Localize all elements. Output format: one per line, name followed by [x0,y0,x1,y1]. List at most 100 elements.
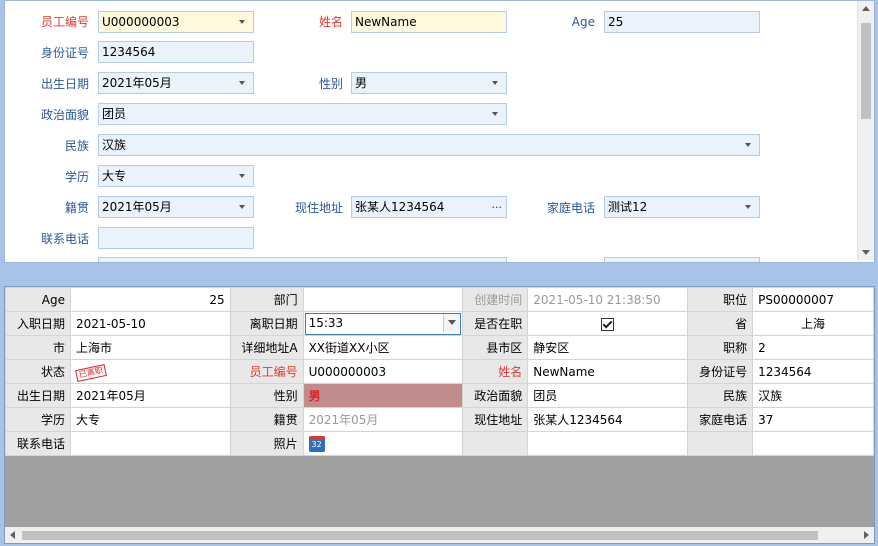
grid-row: 市上海市 详细地址A XX街道XX小区 县市区 静安区 职称 2 [5,335,874,360]
address-label: 现住地址 [294,201,343,215]
grid-caption-cell [687,431,754,456]
birth-combo[interactable]: 2021年05月 [98,72,254,94]
grid-value-cell[interactable]: XX街道XX小区 [302,335,464,360]
name-label: 姓名 [318,15,343,29]
gender-label: 性别 [318,77,343,91]
address-value: 张某人1234564 [355,200,445,214]
grid-caption-cell: 联系电话 [5,431,71,456]
chevron-down-icon[interactable] [237,12,249,32]
grid-value-cell[interactable]: 1234564 [752,359,874,384]
grid-value-cell[interactable]: 25 [69,287,231,312]
grid-value-cell[interactable]: 已离职 [69,359,231,384]
native-combo[interactable]: 2021年05月 [98,196,254,218]
chevron-down-icon[interactable] [490,73,502,93]
grid-value-cell[interactable]: 男 [302,383,464,408]
next-row-field[interactable] [98,257,507,262]
chevron-down-icon[interactable] [743,135,755,155]
employee-no-combo[interactable]: U000000003 [98,11,254,33]
grid-value-cell[interactable]: 37 [752,407,874,432]
status-stamp-icon: 已离职 [75,364,107,382]
contact-phone-label: 联系电话 [40,232,89,246]
grid-value-cell[interactable] [69,431,231,456]
chevron-down-icon[interactable] [237,73,249,93]
chevron-down-icon[interactable] [237,166,249,186]
grid-caption-cell: 出生日期 [5,383,71,408]
chevron-down-icon[interactable] [443,313,461,332]
grid-caption-cell: 部门 [229,287,304,312]
grid-caption-cell: 姓名 [462,359,529,384]
grid-caption-cell: 民族 [687,383,754,408]
grid-value-cell[interactable]: 15:33 [302,311,464,336]
horizontal-scrollbar[interactable] [5,527,874,543]
grid-value-cell[interactable] [527,431,689,456]
chevron-down-icon[interactable] [237,197,249,217]
politics-combo[interactable]: 团员 [98,103,507,125]
edit-form-panel: 员工编号 U000000003 姓名 NewName Age 25 身份证号 1… [4,0,875,263]
native-label: 籍贯 [64,201,89,215]
name-field[interactable]: NewName [351,11,507,33]
address-button-edit[interactable]: 张某人1234564 ... [351,196,507,218]
education-value: 大专 [102,169,127,183]
scroll-up-arrow-icon[interactable] [858,1,874,17]
home-phone-combo[interactable]: 测试12 [604,196,760,218]
next-row-field-right[interactable] [604,257,760,262]
ethnic-label: 民族 [64,139,89,153]
employee-no-value: U000000003 [102,15,180,29]
h-scroll-thumb[interactable] [22,531,818,540]
education-combo[interactable]: 大专 [98,165,254,187]
ethnic-value: 汉族 [102,138,127,152]
id-no-label: 身份证号 [40,46,89,60]
grid-value-cell[interactable]: 大专 [69,407,231,432]
scroll-left-arrow-icon[interactable] [5,527,21,543]
property-grid: Age 25 部门 创建时间 2021-05-10 21:38:50 职位 PS000000… [4,286,875,544]
grid-caption-cell: 职位 [687,287,754,312]
grid-value-cell[interactable]: 张某人1234564 [527,407,689,432]
home-phone-value: 测试12 [608,200,648,214]
grid-value-cell[interactable]: 2021-05-10 [69,311,231,336]
grid-value-cell[interactable]: U000000003 [302,359,464,384]
ellipsis-button[interactable]: ... [492,197,503,215]
chevron-down-icon[interactable] [743,197,755,217]
birth-label: 出生日期 [40,77,89,91]
native-value: 2021年05月 [102,200,172,214]
grid-value-cell[interactable]: 团员 [527,383,689,408]
chevron-down-icon[interactable] [490,104,502,124]
grid-value-cell[interactable]: 静安区 [527,335,689,360]
age-field[interactable]: 25 [604,11,760,33]
calendar-photo-icon: 32 [308,435,325,452]
grid-caption-cell: 照片 [229,431,304,456]
grid-caption-cell: 县市区 [462,335,529,360]
scroll-down-arrow-icon[interactable] [858,244,874,260]
grid-value-cell[interactable]: 2021年05月 [69,383,231,408]
grid-value-cell[interactable]: 汉族 [752,383,874,408]
grid-caption-cell: 现住地址 [462,407,529,432]
grid-value-cell[interactable]: 2 [752,335,874,360]
grid-value-cell[interactable] [752,431,874,456]
grid-value-cell[interactable]: 2021-05-10 21:38:50 [527,287,689,312]
gender-combo[interactable]: 男 [351,72,507,94]
grid-caption-cell: 状态 [5,359,71,384]
grid-value-cell[interactable]: 2021年05月 [302,407,464,432]
vertical-scrollbar[interactable] [857,1,874,260]
grid-value-cell[interactable]: 上海市 [69,335,231,360]
grid-caption-cell: 创建时间 [462,287,529,312]
grid-value-cell[interactable]: 上海 [752,311,874,336]
id-no-field[interactable]: 1234564 [98,41,254,63]
grid-caption-cell: Age [5,287,71,312]
politics-value: 团员 [102,107,127,121]
grid-value-cell[interactable]: NewName [527,359,689,384]
grid-value-cell[interactable] [527,311,689,336]
grid-row: 联系电话 照片 32 [5,431,874,456]
checked-checkbox-icon[interactable] [601,317,615,331]
time-edit-dropdown[interactable]: 15:33 [304,312,462,335]
grid-caption-cell: 职称 [687,335,754,360]
scroll-thumb[interactable] [861,23,871,119]
grid-row: 状态 已离职 员工编号 U000000003 姓名 NewName 身份证号 1234564 [5,359,874,384]
contact-phone-field[interactable] [98,227,254,249]
scroll-right-arrow-icon[interactable] [858,527,874,543]
grid-value-cell[interactable]: PS00000007 [752,287,874,312]
grid-row: 出生日期 2021年05月 性别男政治面貌 团员 民族 汉族 [5,383,874,408]
grid-value-cell[interactable] [302,287,464,312]
ethnic-combo[interactable]: 汉族 [98,134,760,156]
grid-value-cell[interactable]: 32 [302,431,464,456]
